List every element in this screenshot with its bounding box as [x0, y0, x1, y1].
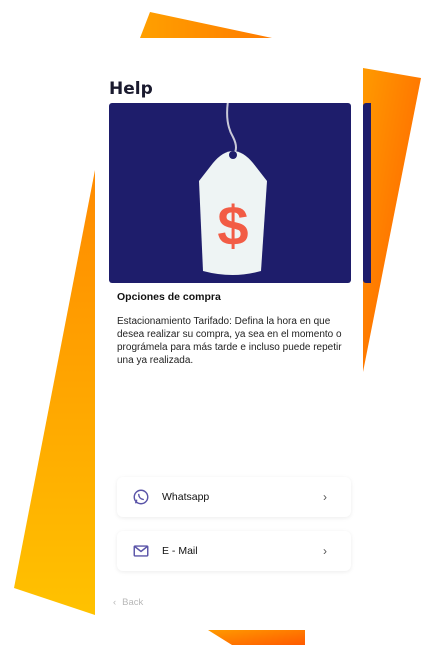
- price-tag-dollar-icon: $: [199, 103, 267, 275]
- email-contact-button[interactable]: E - Mail ›: [117, 531, 351, 571]
- chevron-left-icon: ‹: [113, 597, 117, 608]
- whatsapp-label: Whatsapp: [162, 491, 210, 503]
- help-screen-card: Help $ Opciones de compra Estacionamient…: [95, 65, 371, 630]
- orange-shape-top: [140, 12, 272, 38]
- whatsapp-icon: [133, 489, 149, 505]
- dollar-sign: $: [217, 194, 248, 257]
- hero-image: $: [109, 103, 351, 283]
- orange-shape-bottom: [208, 630, 305, 645]
- orange-shape-right: [363, 68, 421, 372]
- chevron-right-icon: ›: [323, 490, 327, 504]
- whatsapp-contact-button[interactable]: Whatsapp ›: [117, 477, 351, 517]
- page-title: Help: [109, 79, 153, 99]
- back-button[interactable]: ‹ Back: [113, 597, 143, 608]
- back-label: Back: [122, 597, 144, 608]
- mail-icon: [133, 545, 149, 557]
- info-title: Opciones de compra: [117, 291, 221, 303]
- chevron-right-icon: ›: [323, 544, 327, 558]
- orange-shape-left: [14, 170, 95, 615]
- next-slide-peek[interactable]: [363, 103, 371, 283]
- info-body: Estacionamiento Tarifado: Defina la hora…: [117, 316, 342, 366]
- email-label: E - Mail: [162, 545, 198, 557]
